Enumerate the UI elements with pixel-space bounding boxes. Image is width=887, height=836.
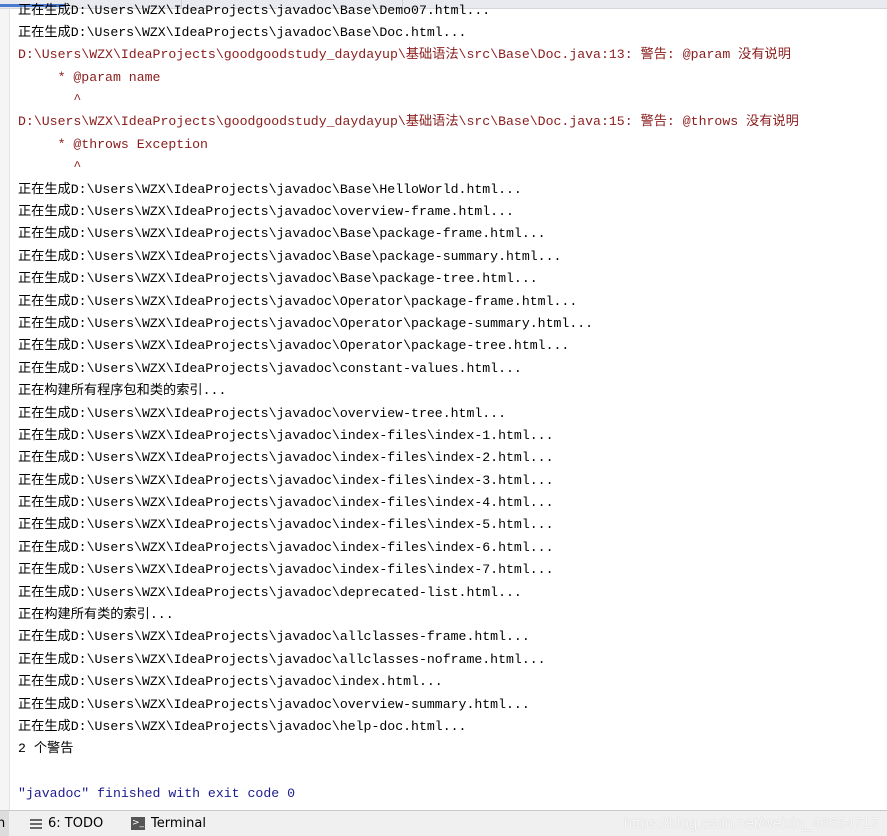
list-icon	[30, 818, 42, 829]
console-warning-line: D:\Users\WZX\IdeaProjects\goodgoodstudy_…	[18, 114, 799, 130]
console-line: 正在生成D:\Users\WZX\IdeaProjects\javadoc\ov…	[18, 405, 507, 421]
console-line: 正在生成D:\Users\WZX\IdeaProjects\javadoc\Ba…	[18, 271, 538, 287]
tool-window-bar: n 6: TODO >_ Terminal https://blog.csdn.…	[0, 810, 887, 836]
terminal-label: Terminal	[151, 816, 206, 831]
console-line: 正在生成D:\Users\WZX\IdeaProjects\javadoc\Ba…	[18, 248, 562, 264]
console-line: 正在生成D:\Users\WZX\IdeaProjects\javadoc\Op…	[18, 315, 594, 331]
console-line: 正在生成D:\Users\WZX\IdeaProjects\javadoc\in…	[18, 674, 443, 690]
terminal-tab[interactable]: >_ Terminal	[131, 811, 206, 836]
console-line: ^	[18, 92, 82, 108]
run-console-output[interactable]: 正在生成D:\Users\WZX\IdeaProjects\javadoc\Ba…	[18, 0, 887, 810]
console-line: 正在生成D:\Users\WZX\IdeaProjects\javadoc\Ba…	[18, 226, 546, 242]
console-line: 正在生成D:\Users\WZX\IdeaProjects\javadoc\he…	[18, 719, 467, 734]
console-line: 正在生成D:\Users\WZX\IdeaProjects\javadoc\in…	[18, 539, 554, 555]
todo-label: 6: TODO	[48, 816, 104, 831]
console-line: * @param name	[18, 69, 161, 85]
console-line: 正在生成D:\Users\WZX\IdeaProjects\javadoc\in…	[18, 562, 554, 578]
console-line: 正在生成D:\Users\WZX\IdeaProjects\javadoc\co…	[18, 360, 522, 376]
console-line: 正在生成D:\Users\WZX\IdeaProjects\javadoc\al…	[18, 629, 530, 645]
console-line: 正在生成D:\Users\WZX\IdeaProjects\javadoc\Op…	[18, 338, 570, 354]
console-line: 正在生成D:\Users\WZX\IdeaProjects\javadoc\ov…	[18, 696, 530, 712]
console-line: 正在生成D:\Users\WZX\IdeaProjects\javadoc\Ba…	[18, 181, 522, 197]
console-line: 正在生成D:\Users\WZX\IdeaProjects\javadoc\ov…	[18, 204, 514, 220]
todo-tab[interactable]: 6: TODO	[30, 811, 103, 836]
console-line: 2 个警告	[18, 741, 74, 757]
console-line: 正在构建所有程序包和类的索引...	[18, 383, 227, 399]
console-line: 正在生成D:\Users\WZX\IdeaProjects\javadoc\in…	[18, 427, 554, 443]
terminal-icon: >_	[131, 817, 145, 830]
exit-status-line: "javadoc" finished with exit code 0	[18, 786, 295, 802]
console-line: 正在构建所有类的索引...	[18, 607, 174, 623]
console-line: 正在生成D:\Users\WZX\IdeaProjects\javadoc\in…	[18, 495, 554, 511]
console-line: 正在生成D:\Users\WZX\IdeaProjects\javadoc\in…	[18, 472, 554, 488]
console-warning-line: D:\Users\WZX\IdeaProjects\goodgoodstudy_…	[18, 47, 791, 63]
console-line: 正在生成D:\Users\WZX\IdeaProjects\javadoc\de…	[18, 584, 522, 600]
console-line: 正在生成D:\Users\WZX\IdeaProjects\javadoc\Op…	[18, 293, 578, 309]
console-line: 正在生成D:\Users\WZX\IdeaProjects\javadoc\Ba…	[18, 24, 467, 40]
console-line: 正在生成D:\Users\WZX\IdeaProjects\javadoc\al…	[18, 651, 546, 667]
watermark: https://blog.csdn.net/weixin_46654717	[623, 815, 879, 832]
tool-tab-cut[interactable]: n	[0, 811, 9, 836]
console-line: * @throws Exception	[18, 136, 208, 152]
console-gutter	[0, 9, 10, 810]
console-line: 正在生成D:\Users\WZX\IdeaProjects\javadoc\Ba…	[18, 2, 491, 18]
console-line: 正在生成D:\Users\WZX\IdeaProjects\javadoc\in…	[18, 450, 554, 466]
console-line: ^	[18, 159, 82, 175]
console-line: 正在生成D:\Users\WZX\IdeaProjects\javadoc\in…	[18, 517, 554, 533]
